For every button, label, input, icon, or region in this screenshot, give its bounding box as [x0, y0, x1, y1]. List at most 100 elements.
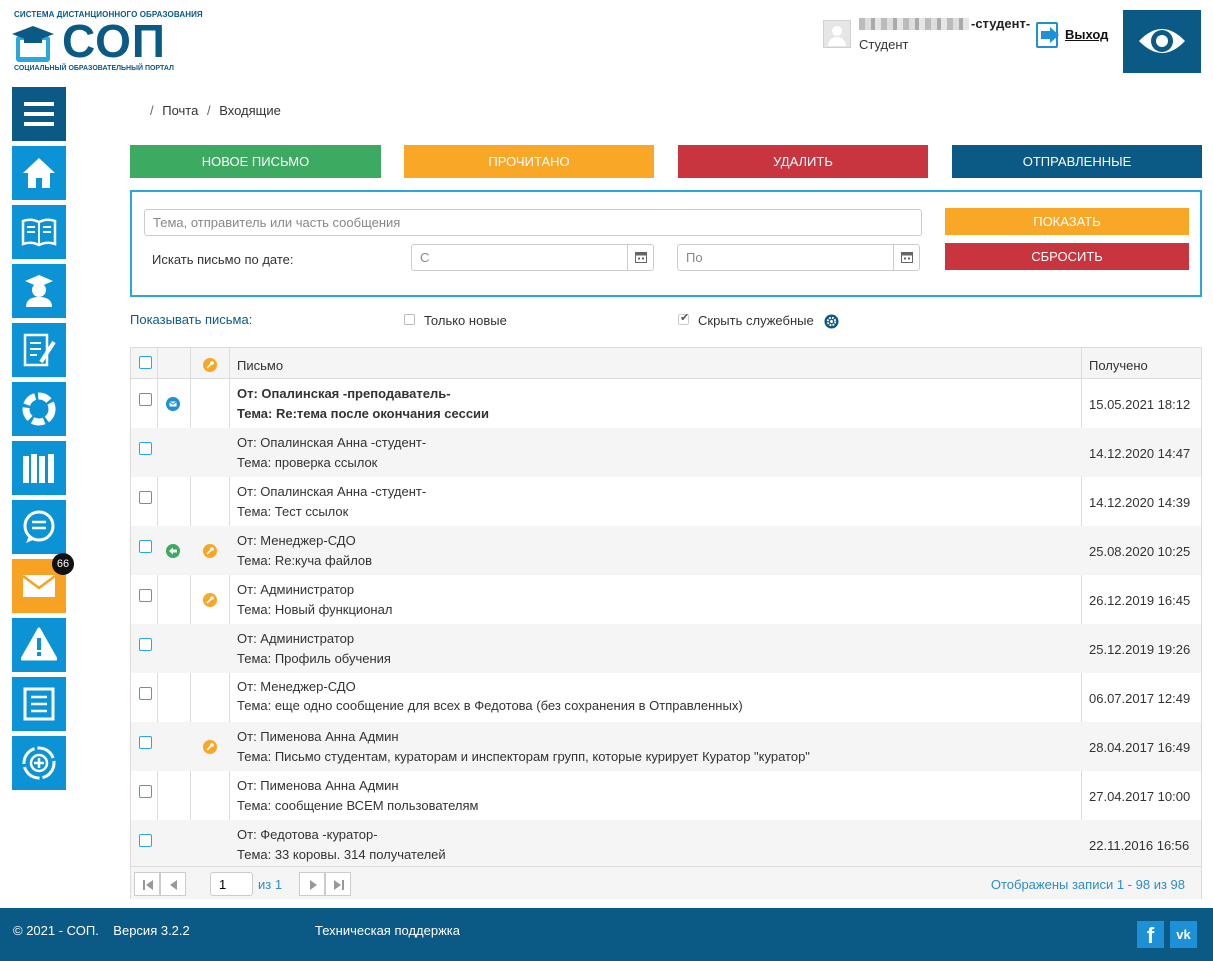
message-sender[interactable]: От: Федотова -куратор-: [237, 827, 378, 842]
sidebar-item-add[interactable]: [12, 736, 66, 790]
row-checkbox[interactable]: [139, 687, 152, 700]
message-sender[interactable]: От: Опалинская -преподаватель-: [237, 386, 451, 401]
pin-icon: [203, 740, 217, 754]
breadcrumb-inbox: Входящие: [219, 103, 281, 118]
table-row[interactable]: От: Пименова Анна Админ Тема: Письмо студ…: [131, 722, 1201, 771]
select-all-checkbox[interactable]: [139, 356, 152, 369]
sidebar-item-library[interactable]: [12, 441, 66, 495]
table-row[interactable]: От: Менеджер-СДО Тема: Re:куча файлов 25.0…: [131, 526, 1201, 575]
show-button[interactable]: Показать: [945, 208, 1189, 235]
message-sender[interactable]: От: Пименова Анна Админ: [237, 778, 399, 793]
table-row[interactable]: От: Администратор Тема: Новый функционал 2…: [131, 575, 1201, 624]
sidebar-item-courses[interactable]: [12, 205, 66, 259]
page-input[interactable]: [210, 872, 253, 896]
message-subject[interactable]: Тема: Тест ссылок: [237, 504, 348, 519]
facebook-icon[interactable]: f: [1137, 921, 1164, 948]
row-checkbox[interactable]: [139, 540, 152, 553]
date-search-label: Искать письмо по дате:: [152, 252, 294, 267]
row-checkbox[interactable]: [139, 491, 152, 504]
delete-button[interactable]: Удалить: [678, 145, 928, 178]
footer: © 2021 - СОП. Версия 3.2.2 Техническая п…: [0, 908, 1213, 961]
sidebar-item-chat[interactable]: [12, 500, 66, 554]
breadcrumb-separator: /: [150, 103, 154, 118]
date-to-input[interactable]: [678, 245, 894, 270]
row-checkbox[interactable]: [139, 442, 152, 455]
row-checkbox[interactable]: [139, 834, 152, 847]
table-row[interactable]: От: Опалинская -преподаватель- Тема: Re:т…: [131, 379, 1201, 428]
alert-icon: [21, 627, 57, 661]
date-from-field[interactable]: [411, 244, 654, 271]
sidebar-menu-button[interactable]: [12, 87, 66, 141]
user-name-suffix: -студент-: [971, 16, 1031, 31]
table-row[interactable]: От: Пименова Анна Админ Тема: сообщение В…: [131, 771, 1201, 820]
hide-service-label[interactable]: Скрыть служебные: [698, 313, 814, 328]
support-link[interactable]: Техническая поддержка: [315, 923, 460, 938]
message-subject[interactable]: Тема: проверка ссылок: [237, 455, 377, 470]
gear-icon[interactable]: [824, 314, 839, 329]
column-received[interactable]: Получено: [1089, 358, 1148, 373]
message-subject[interactable]: Тема: еще одно сообщение для всех в Федо…: [237, 698, 743, 713]
row-checkbox[interactable]: [139, 589, 152, 602]
graduation-tablet-icon: [12, 26, 54, 62]
row-checkbox[interactable]: [139, 638, 152, 651]
message-received-date: 25.12.2019 19:26: [1089, 642, 1191, 657]
calendar-button[interactable]: [893, 245, 919, 270]
message-sender[interactable]: От: Менеджер-СДО: [237, 533, 356, 548]
table-row[interactable]: От: Менеджер-СДО Тема: еще одно сообщение…: [131, 673, 1201, 722]
site-logo[interactable]: СИСТЕМА ДИСТАНЦИОННОГО ОБРАЗОВАНИЯ СОП С…: [12, 8, 203, 74]
sent-folder-button[interactable]: Отправленные: [952, 145, 1202, 178]
date-from-input[interactable]: [412, 245, 628, 270]
vk-icon[interactable]: vk: [1170, 921, 1197, 948]
user-role: Студент: [859, 37, 909, 52]
column-letter[interactable]: Письмо: [237, 358, 283, 373]
message-sender[interactable]: От: Опалинская Анна -студент-: [237, 484, 426, 499]
message-subject[interactable]: Тема: Письмо студентам, кураторам и инсп…: [237, 749, 810, 764]
message-sender[interactable]: От: Пименова Анна Админ: [237, 729, 399, 744]
next-page-button[interactable]: [299, 872, 325, 896]
first-page-icon: [143, 880, 153, 890]
prev-page-button[interactable]: [160, 872, 186, 896]
message-subject[interactable]: Тема: Новый функционал: [237, 602, 392, 617]
accessibility-button[interactable]: [1123, 10, 1201, 73]
library-icon: [23, 454, 54, 483]
table-row[interactable]: От: Опалинская Анна -студент- Тема: прове…: [131, 428, 1201, 477]
message-sender[interactable]: От: Администратор: [237, 582, 354, 597]
sidebar-item-mail[interactable]: 66: [12, 553, 74, 613]
only-new-label[interactable]: Только новые: [424, 313, 507, 328]
message-sender[interactable]: От: Менеджер-СДО: [237, 679, 356, 694]
row-checkbox[interactable]: [139, 393, 152, 406]
sidebar-item-alerts[interactable]: [12, 618, 66, 672]
logo-bottom-text: СОЦИАЛЬНЫЙ ОБРАЗОВАТЕЛЬНЫЙ ПОРТАЛ: [14, 65, 174, 72]
message-subject[interactable]: Тема: Профиль обучения: [237, 651, 391, 666]
table-row[interactable]: От: Администратор Тема: Профиль обучения 2…: [131, 624, 1201, 673]
sidebar-item-home[interactable]: [12, 146, 66, 200]
message-sender[interactable]: От: Администратор: [237, 631, 354, 646]
message-subject[interactable]: Тема: Re:куча файлов: [237, 553, 372, 568]
logout-label: Выход: [1065, 27, 1109, 42]
mark-read-button[interactable]: Прочитано: [404, 145, 654, 178]
message-subject[interactable]: Тема: Re:тема после окончания сессии: [237, 406, 489, 421]
first-page-button[interactable]: [134, 872, 160, 896]
reset-button[interactable]: Сбросить: [945, 243, 1189, 270]
sidebar-item-students[interactable]: [12, 264, 66, 318]
pin-column-icon: [203, 358, 217, 372]
last-page-button[interactable]: [325, 872, 351, 896]
new-message-button[interactable]: Новое письмо: [130, 145, 381, 178]
breadcrumb-mail[interactable]: Почта: [162, 103, 198, 118]
message-subject[interactable]: Тема: сообщение ВСЕМ пользователям: [237, 798, 478, 813]
message-sender[interactable]: От: Опалинская Анна -студент-: [237, 435, 426, 450]
row-checkbox[interactable]: [139, 785, 152, 798]
message-subject[interactable]: Тема: 33 коровы. 314 получателей: [237, 847, 446, 862]
message-received-date: 25.08.2020 10:25: [1089, 544, 1191, 559]
sidebar-item-progress[interactable]: [12, 382, 66, 436]
date-to-field[interactable]: [677, 244, 920, 271]
calendar-button[interactable]: [627, 245, 653, 270]
only-new-checkbox[interactable]: [404, 314, 415, 325]
sidebar-item-list[interactable]: [12, 677, 66, 731]
row-checkbox[interactable]: [139, 736, 152, 749]
breadcrumb: / Почта / Входящие: [150, 103, 281, 118]
book-icon: [21, 218, 57, 247]
search-input[interactable]: [144, 209, 922, 236]
table-row[interactable]: От: Федотова -куратор- Тема: 33 коровы. 3…: [131, 820, 1201, 869]
table-row[interactable]: От: Опалинская Анна -студент- Тема: Тест …: [131, 477, 1201, 526]
